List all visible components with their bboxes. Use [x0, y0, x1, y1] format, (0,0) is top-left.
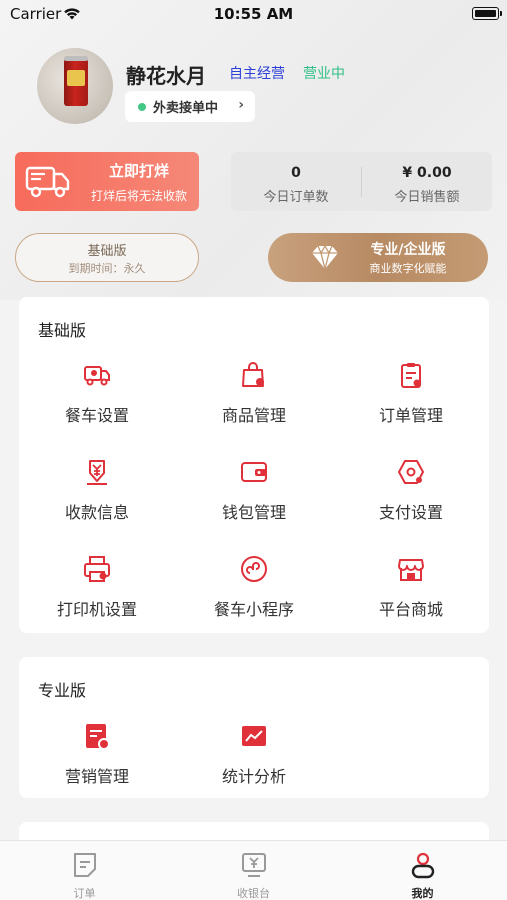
chevron-right-icon: ›	[238, 97, 244, 113]
avatar[interactable]	[37, 48, 113, 124]
basic-features-panel: 基础版 餐车设置 商品管理 订单管理 收款信息 钱包管理 支付设置 打印机设置 …	[19, 297, 489, 633]
profile-icon	[411, 852, 435, 879]
delivery-status-label: 外卖接单中	[153, 101, 219, 116]
today-stats: 0 今日订单数 ¥ 0.00 今日销售额	[231, 152, 492, 211]
pro-section-title: 专业版	[38, 681, 87, 700]
clock: 10:55 AM	[213, 5, 294, 23]
today-sales-value: ¥ 0.00	[402, 165, 452, 181]
yen-download-icon	[87, 460, 107, 485]
wallet-management-label: 钱包管理	[221, 503, 286, 522]
store-icon	[398, 559, 424, 581]
shopping-bag-icon	[242, 362, 264, 387]
pro-plan-title: 专业/企业版	[370, 242, 446, 258]
status-dot-icon	[138, 102, 146, 111]
statistics-analysis-button[interactable]: 统计分析	[176, 721, 332, 801]
tab-orders[interactable]: 订单	[0, 849, 169, 900]
payment-info-button[interactable]: 收款信息	[19, 457, 175, 537]
hexagon-settings-icon	[398, 460, 424, 484]
chart-icon	[242, 726, 266, 746]
platform-mall-button[interactable]: 平台商城	[333, 554, 489, 634]
payment-info-label: 收款信息	[64, 503, 129, 522]
food-truck-settings-label: 餐车设置	[64, 406, 129, 425]
basic-plan-expiry: 到期时间：永久	[68, 262, 146, 275]
tab-orders-label: 订单	[73, 887, 96, 900]
payment-settings-button[interactable]: 支付设置	[333, 457, 489, 537]
pro-plan-subtitle: 商业数字化赋能	[369, 262, 447, 275]
today-orders-value: 0	[291, 165, 301, 181]
status-bar: Carrier 10:55 AM	[0, 0, 507, 28]
close-shop-subtitle: 打烊后将无法收款	[90, 189, 187, 203]
marketing-management-button[interactable]: 营销管理	[19, 721, 175, 801]
pro-features-panel: 专业版 营销管理 统计分析	[19, 657, 489, 798]
product-management-button[interactable]: 商品管理	[176, 360, 332, 440]
product-management-label: 商品管理	[221, 406, 286, 425]
marketing-icon	[86, 724, 110, 750]
mini-program-button[interactable]: 餐车小程序	[176, 554, 332, 634]
basic-plan-title: 基础版	[87, 244, 127, 259]
tab-profile-label: 我的	[411, 887, 434, 900]
basic-section-title: 基础版	[38, 321, 87, 340]
platform-mall-label: 平台商城	[378, 600, 443, 619]
order-management-label: 订单管理	[378, 406, 443, 425]
printer-settings-button[interactable]: 打印机设置	[19, 554, 175, 634]
marketing-management-label: 营销管理	[64, 767, 129, 786]
clipboard-icon	[401, 363, 421, 388]
statistics-analysis-label: 统计分析	[221, 767, 286, 786]
payment-settings-label: 支付设置	[378, 503, 443, 522]
printer-settings-label: 打印机设置	[56, 600, 137, 619]
mini-program-icon	[241, 556, 267, 582]
tab-profile[interactable]: 我的	[338, 849, 507, 900]
food-truck-settings-button[interactable]: 餐车设置	[19, 360, 175, 440]
today-orders-label: 今日订单数	[263, 190, 329, 205]
diamond-icon	[312, 244, 338, 270]
tab-bar: 订单 收银台 我的	[0, 840, 507, 900]
self-operated-tag: 自主经营	[229, 66, 285, 82]
food-truck-icon	[25, 166, 70, 198]
shop-name: 静花水月	[126, 64, 206, 88]
close-shop-button[interactable]: 立即打烊 打烊后将无法收款	[15, 152, 199, 211]
order-icon	[74, 853, 96, 877]
cashier-icon	[242, 853, 266, 877]
battery-icon	[472, 7, 502, 20]
basic-plan-button[interactable]: 基础版 到期时间：永久	[15, 233, 199, 282]
business-status-tag: 营业中	[303, 66, 345, 82]
wallet-management-button[interactable]: 钱包管理	[176, 457, 332, 537]
today-sales-label: 今日销售额	[394, 190, 460, 205]
close-shop-title: 立即打烊	[108, 162, 169, 180]
pro-plan-button[interactable]: 专业/企业版 商业数字化赋能	[268, 233, 488, 282]
wallet-icon	[241, 462, 267, 482]
mini-program-label: 餐车小程序	[213, 600, 294, 619]
delivery-status-button[interactable]: 外卖接单中 ›	[125, 91, 255, 122]
food-truck-settings-icon	[84, 366, 110, 386]
tab-cashier-label: 收银台	[237, 887, 270, 900]
order-management-button[interactable]: 订单管理	[333, 360, 489, 440]
tab-cashier[interactable]: 收银台	[169, 849, 338, 900]
printer-icon	[84, 556, 110, 582]
